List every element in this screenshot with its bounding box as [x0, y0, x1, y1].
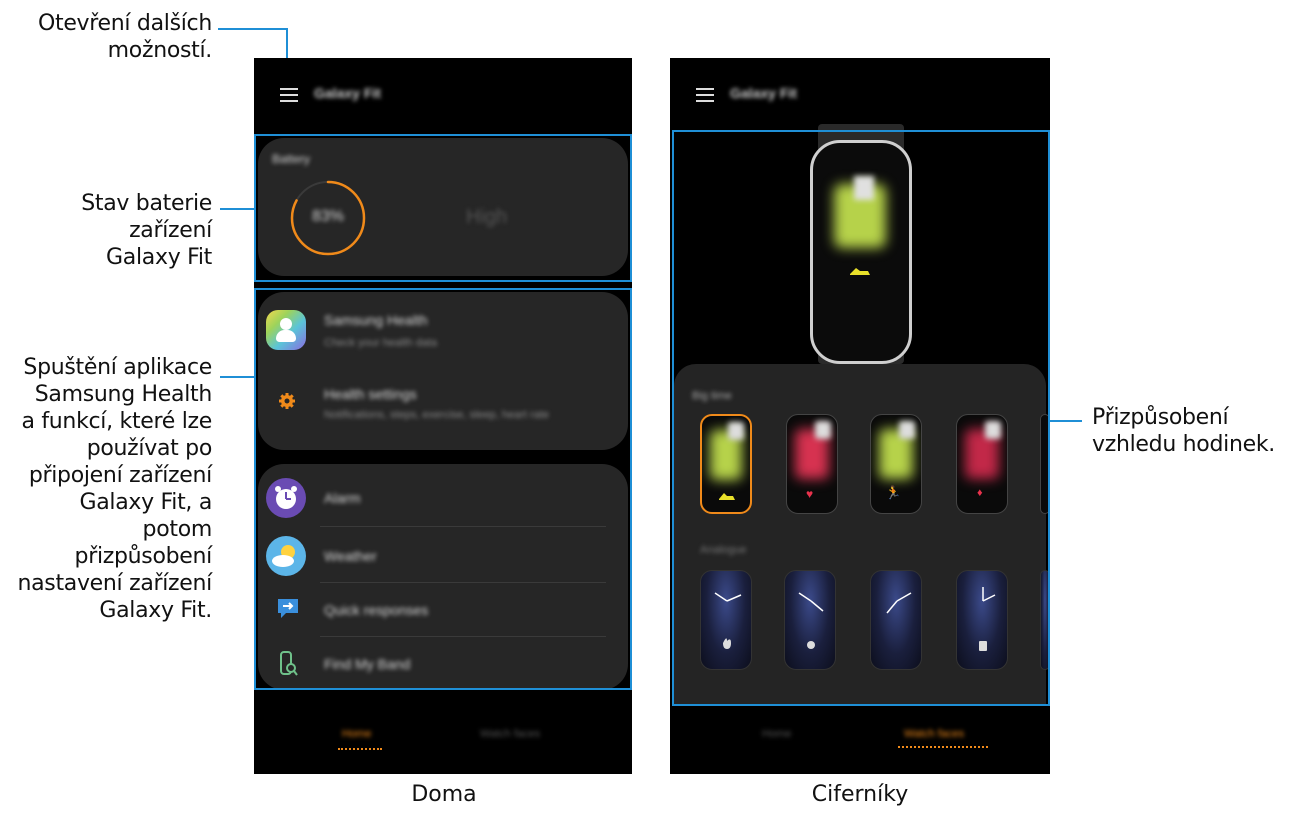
- callout-line: [1050, 420, 1082, 422]
- highlight-watch-faces: [672, 130, 1050, 706]
- tab-watch-faces[interactable]: Watch faces: [904, 728, 964, 740]
- app-bar: Galaxy Fit: [670, 58, 1050, 130]
- active-tab-indicator: [898, 746, 988, 748]
- highlight-battery: [254, 134, 632, 282]
- caption-watch-faces: Ciferníky: [811, 782, 909, 807]
- callout-more-options: Otevření dalších možností.: [37, 11, 212, 63]
- tab-home[interactable]: Home: [342, 728, 371, 740]
- callout-customize: Přizpůsobení vzhledu hodinek.: [1092, 405, 1275, 457]
- callout-launch: Spuštění aplikace Samsung Health a funkc…: [17, 355, 212, 623]
- tab-watch-faces[interactable]: Watch faces: [480, 728, 540, 740]
- menu-icon[interactable]: [696, 88, 714, 102]
- highlight-features: [254, 288, 632, 690]
- app-bar: Galaxy Fit: [254, 58, 632, 130]
- callout-line: [218, 28, 288, 30]
- callout-battery: Stav baterie zařízení Galaxy Fit: [81, 191, 212, 270]
- app-title: Galaxy Fit: [730, 85, 797, 101]
- bottom-nav: Home Watch faces: [254, 698, 632, 774]
- caption-home: Doma: [411, 782, 477, 807]
- callout-line: [220, 208, 254, 210]
- tab-home[interactable]: Home: [762, 728, 791, 740]
- bottom-nav: Home Watch faces: [670, 706, 1050, 774]
- menu-icon[interactable]: [280, 88, 298, 102]
- app-title: Galaxy Fit: [314, 85, 381, 101]
- active-tab-indicator: [338, 748, 382, 750]
- callout-line: [220, 376, 254, 378]
